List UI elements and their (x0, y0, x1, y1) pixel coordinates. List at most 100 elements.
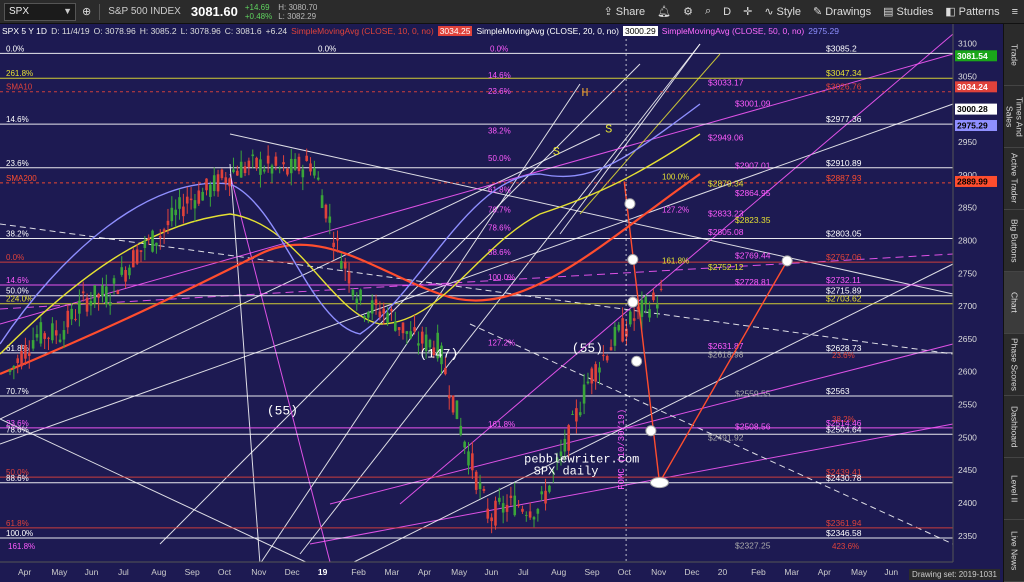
tab-big-buttons[interactable]: Big Buttons (1004, 210, 1024, 272)
candle-body (139, 250, 143, 252)
candle-body (336, 237, 339, 241)
candle-body (405, 331, 409, 334)
time-axis-tick: Dec (285, 567, 301, 577)
candle-body (459, 425, 463, 435)
tab-times-and-sales[interactable]: Times And Sales (1004, 86, 1024, 148)
patterns-button[interactable]: ◧ Patterns (939, 0, 1005, 24)
candle-body (578, 412, 582, 416)
price-chart[interactable]: 0.0% $3085.2 261.8% $3047.34 SMA10 $3026.76 14… (0, 24, 1003, 582)
time-axis-tick: Mar (784, 567, 799, 577)
level-right-label: $2910.89 (826, 158, 862, 168)
index-name: S&P 500 INDEX (108, 6, 181, 17)
candle-body (239, 161, 243, 178)
time-axis-tick: Jun (85, 567, 99, 577)
drawings-label: Drawings (825, 5, 872, 18)
level-left-label: 100.0% (6, 529, 33, 538)
price-axis-tick: 2600 (958, 367, 977, 377)
tab-phase-scores[interactable]: Phase Scores (1004, 334, 1024, 396)
quote-range: H: 3080.70 L: 3082.29 (275, 3, 320, 21)
tab-active-trader[interactable]: Active Trader (1004, 148, 1024, 210)
menu-icon: ≡ (1011, 5, 1018, 18)
tab-dashboard[interactable]: Dashboard (1004, 396, 1024, 458)
candle-body (575, 408, 578, 422)
candle-body (162, 229, 166, 233)
drawing-set-label[interactable]: Drawing set: 2019-1031 (909, 569, 1000, 580)
bar-low: L: 3078.96 (180, 26, 221, 36)
candle-body (286, 168, 289, 175)
candle-body (97, 293, 100, 298)
candle-body (278, 167, 282, 169)
candle-body (151, 230, 154, 252)
fib-price-label: $3001.09 (735, 99, 771, 109)
tab-chart[interactable]: Chart (1004, 272, 1024, 334)
candle-body (131, 250, 135, 268)
symbol-input[interactable]: SPX ▼ (4, 2, 76, 21)
level-right-label: $2563 (826, 386, 850, 396)
candle-body (532, 517, 536, 520)
candle-body (43, 333, 46, 339)
level-right-label: $3085.2 (826, 43, 857, 53)
tab-level-ii[interactable]: Level II (1004, 458, 1024, 520)
candle-body (517, 504, 520, 506)
candle-body (648, 309, 651, 318)
settings-button[interactable]: ⚙ (677, 0, 699, 24)
sma50-label: SimpleMovingAvg (CLOSE, 50, 0, no) (661, 26, 805, 36)
candle-body (62, 330, 66, 340)
tab-live-news[interactable]: Live News (1004, 520, 1024, 582)
add-symbol-icon[interactable]: ⊕ (76, 0, 97, 24)
level-left-label: 61.8% (6, 519, 29, 528)
candle-body (89, 300, 93, 306)
sma20-label: SimpleMovingAvg (CLOSE, 20, 0, no) (476, 26, 619, 36)
time-axis-tick: May (851, 567, 868, 577)
candle-body (390, 309, 393, 312)
style-label: Style (776, 5, 802, 18)
candle-body (81, 291, 85, 294)
search-button[interactable]: ⌕ (699, 0, 717, 24)
fib-percent-label: 127.2% (662, 205, 689, 214)
candle-body (382, 308, 386, 314)
change-percent: +0.48% (244, 11, 273, 21)
menu-button[interactable]: ≡ (1006, 0, 1024, 24)
time-axis-tick: Mar (385, 567, 400, 577)
level-right-label: $2887.93 (826, 173, 862, 183)
fib-price-label: $2752.12 (708, 262, 744, 272)
fib-percent-label: 127.2% (488, 338, 515, 347)
chevron-down-icon[interactable]: ▼ (63, 6, 72, 16)
studies-button[interactable]: ▤ Studies (877, 0, 939, 24)
search-icon: ⌕ (704, 5, 712, 17)
price-axis-tick: 2550 (958, 400, 977, 410)
fib-percent-label: 50.0% (488, 154, 511, 163)
tab-trade[interactable]: Trade (1004, 24, 1024, 86)
chart-area[interactable]: 0.0% $3085.2 261.8% $3047.34 SMA10 $3026.76 14… (0, 24, 1003, 582)
candle-body (324, 204, 328, 219)
candle-body (51, 323, 54, 341)
price-axis-tick: 2850 (958, 203, 977, 213)
target-marker (645, 425, 657, 437)
candle-body (347, 271, 351, 284)
candle-body (655, 304, 659, 309)
fib-percent-label: 161.8% (488, 420, 515, 429)
candle-body (166, 220, 170, 226)
candle-body (124, 270, 127, 282)
candle-body (174, 209, 177, 216)
fib-price-label: $3033.17 (708, 78, 744, 88)
fib-percent-label: 78.6% (488, 224, 511, 233)
candle-body (27, 352, 31, 356)
style-button[interactable]: ∿ Style (758, 0, 807, 24)
studies-label: Studies (896, 5, 934, 18)
alert-button[interactable]: 🔔︎ (651, 0, 677, 24)
share-button[interactable]: ⇪ Share (598, 0, 652, 24)
candle-body (455, 400, 459, 419)
timeframe-button[interactable]: D (717, 0, 737, 24)
fib-percent-label: 0.0% (318, 45, 336, 54)
candle-body (609, 347, 613, 351)
candle-body (193, 200, 197, 209)
studies-icon: ▤ (883, 6, 894, 18)
candle-body (521, 508, 524, 512)
price-axis-box-label: 3081.54 (957, 51, 988, 61)
crosshair-button[interactable]: ✛ (737, 0, 758, 24)
fib-price-label: $2508.56 (735, 422, 771, 432)
drawings-button[interactable]: ✎ Drawings (807, 0, 877, 24)
candle-body (116, 290, 120, 295)
timeframe-label: D (723, 5, 732, 18)
